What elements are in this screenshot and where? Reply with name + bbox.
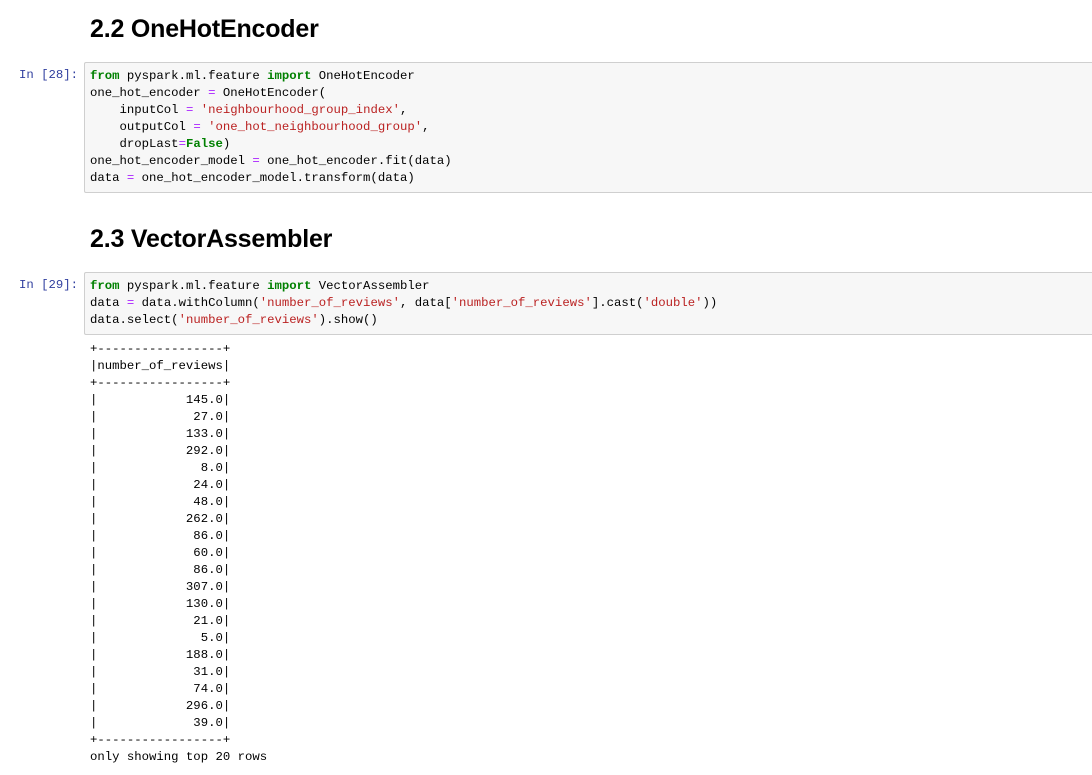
table-row: | 27.0|: [90, 410, 231, 424]
table-row: | 292.0|: [90, 444, 231, 458]
table-row: | 188.0|: [90, 648, 231, 662]
code-cell-onehotencoder[interactable]: from pyspark.ml.feature import OneHotEnc…: [84, 62, 1092, 193]
table-row: | 5.0|: [90, 631, 231, 645]
section-heading-onehotencoder: 2.2 OneHotEncoder: [90, 15, 319, 43]
code-editor[interactable]: from pyspark.ml.feature import VectorAss…: [85, 273, 1092, 334]
table-border: +-----------------+: [90, 342, 231, 356]
table-row: | 24.0|: [90, 478, 231, 492]
table-row: | 307.0|: [90, 580, 231, 594]
code-line: from pyspark.ml.feature import OneHotEnc…: [90, 69, 415, 83]
table-row: | 145.0|: [90, 393, 231, 407]
table-row: | 86.0|: [90, 563, 231, 577]
table-border: +-----------------+: [90, 376, 231, 390]
table-header: |number_of_reviews|: [90, 359, 231, 373]
table-row: | 296.0|: [90, 699, 231, 713]
code-line: data.select('number_of_reviews').show(): [90, 313, 378, 327]
section-heading-vectorassembler: 2.3 VectorAssembler: [90, 225, 333, 253]
code-line: one_hot_encoder = OneHotEncoder(: [90, 86, 327, 100]
code-line: outputCol = 'one_hot_neighbourhood_group…: [90, 120, 430, 134]
table-border: +-----------------+: [90, 733, 231, 747]
code-editor[interactable]: from pyspark.ml.feature import OneHotEnc…: [85, 63, 1092, 192]
table-row: | 48.0|: [90, 495, 231, 509]
code-line: data = data.withColumn('number_of_review…: [90, 296, 718, 310]
table-row: | 21.0|: [90, 614, 231, 628]
table-row: | 130.0|: [90, 597, 231, 611]
cell-output: +-----------------+ |number_of_reviews| +-…: [90, 341, 267, 766]
table-row: | 8.0|: [90, 461, 231, 475]
table-row: | 74.0|: [90, 682, 231, 696]
table-row: | 39.0|: [90, 716, 231, 730]
output-footer: only showing top 20 rows: [90, 750, 268, 764]
table-row: | 86.0|: [90, 529, 231, 543]
table-row: | 60.0|: [90, 546, 231, 560]
input-prompt: In [28]:: [18, 68, 78, 82]
table-row: | 133.0|: [90, 427, 231, 441]
code-line: data = one_hot_encoder_model.transform(d…: [90, 171, 415, 185]
code-line: dropLast=False): [90, 137, 231, 151]
code-line: inputCol = 'neighbourhood_group_index',: [90, 103, 408, 117]
code-line: from pyspark.ml.feature import VectorAss…: [90, 279, 430, 293]
table-row: | 262.0|: [90, 512, 231, 526]
input-prompt: In [29]:: [18, 278, 78, 292]
table-row: | 31.0|: [90, 665, 231, 679]
code-cell-vectorassembler[interactable]: from pyspark.ml.feature import VectorAss…: [84, 272, 1092, 335]
code-line: one_hot_encoder_model = one_hot_encoder.…: [90, 154, 452, 168]
